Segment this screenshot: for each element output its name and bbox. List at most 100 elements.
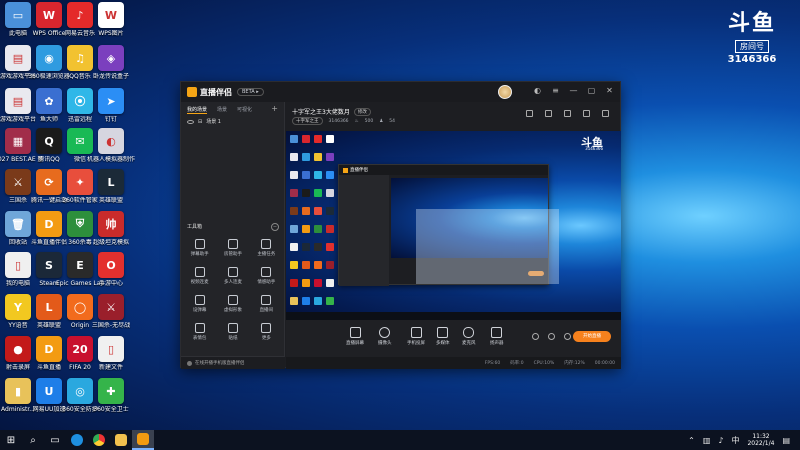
preview-desktop-icon	[326, 171, 334, 179]
tool-item[interactable]: 房管助手	[216, 239, 249, 257]
preview-eye-icon[interactable]	[548, 333, 555, 340]
followers-value: 54	[389, 118, 395, 124]
tool-label: 直播间	[259, 308, 274, 313]
tool-item[interactable]: 更多	[250, 323, 283, 341]
tool-item[interactable]: 直播间	[250, 295, 283, 313]
lock-icon[interactable]: ⊟	[198, 119, 202, 125]
preview-desktop-icon	[302, 279, 310, 287]
tool-icon	[194, 267, 205, 277]
start-stream-button[interactable]: 开始直播	[573, 331, 611, 342]
taskbar-explorer[interactable]	[110, 430, 132, 450]
toolbox-title: 工具箱	[187, 224, 203, 230]
record-icon[interactable]	[564, 110, 571, 117]
selection-overlay[interactable]	[416, 209, 559, 284]
tool-item[interactable]: 虚拟形象	[216, 295, 249, 313]
watermark-logo: 斗鱼	[727, 10, 776, 36]
beta-badge[interactable]: BETA ▸	[237, 88, 264, 96]
stream-panel: 十字军之王3大佬数月 修改 十字军之王 3146366 ♨ 500 ♟ 54 斗…	[286, 102, 621, 369]
preview-desktop-icon	[314, 297, 322, 305]
tool-icon	[227, 295, 238, 305]
preview-desktop-icon	[326, 225, 334, 233]
toolbox-collapse-icon[interactable]: −	[271, 223, 279, 231]
tool-item[interactable]: 设弹幕	[183, 295, 216, 313]
desktop-icon-label: 新建文件	[98, 364, 123, 371]
chevron-up-icon[interactable]: ⌃	[688, 436, 695, 445]
media-button[interactable]: 多媒体	[436, 327, 450, 346]
tool-item[interactable]: 情感助手	[250, 267, 283, 285]
app-logo-icon	[187, 87, 197, 97]
clock[interactable]: 11:32 2022/1/4	[747, 433, 774, 447]
tool-item[interactable]: 弹幕助手	[183, 239, 216, 257]
app-icon: 帅	[98, 211, 124, 237]
video-icon[interactable]	[532, 333, 539, 340]
left-footer[interactable]: 在线开播手机版直播伴侣	[181, 356, 285, 369]
nested-title-bar: 直播伴侣	[339, 165, 548, 175]
microphone-button[interactable]: 麦克风	[462, 327, 476, 346]
tool-icon	[194, 323, 205, 333]
network-icon[interactable]: ▥	[703, 436, 711, 445]
desktop-icon[interactable]: ✚ 360安全卫士	[89, 378, 133, 413]
start-icon[interactable]: ⊞	[0, 430, 22, 450]
tab-scenes[interactable]: 场景	[217, 106, 227, 114]
desktop-icon[interactable]: 帅超级坦克模拟	[89, 211, 133, 246]
skin-icon[interactable]: ◐	[533, 86, 542, 95]
user-avatar[interactable]	[498, 85, 512, 99]
tool-item[interactable]: 表情包	[183, 323, 216, 341]
shop-icon[interactable]	[545, 110, 552, 117]
taskbar-chrome[interactable]	[88, 430, 110, 450]
app-title-bar[interactable]: 直播伴侣 BETA ▸ ◐ ≡ — ▢ ✕	[181, 82, 620, 102]
stream-preview[interactable]: 斗鱼 3146366 直播伴侣	[286, 131, 621, 320]
desktop-icon[interactable]: ◈ 卧龙传说盒子	[89, 45, 133, 80]
info-icon	[187, 360, 192, 366]
tool-item[interactable]: 视频连麦	[183, 267, 216, 285]
screen-source-button[interactable]: 直播屏幕	[346, 327, 364, 346]
speaker-button[interactable]: 扬声器	[490, 327, 504, 346]
settings-icon[interactable]	[564, 333, 571, 340]
task-view-icon[interactable]: ▭	[44, 430, 66, 450]
tool-item[interactable]: 贴纸	[216, 323, 249, 341]
close-icon[interactable]: ✕	[605, 86, 614, 95]
ime-indicator[interactable]: 中	[731, 435, 739, 446]
gift-icon[interactable]	[526, 110, 533, 117]
desktop-icon[interactable]: ▯ 新建文件	[89, 336, 133, 371]
status-duration: 00:00:00	[594, 360, 615, 366]
search-icon[interactable]: ⌕	[22, 430, 44, 450]
preview-desktop-icon	[290, 279, 298, 287]
add-scene-icon[interactable]: +	[271, 105, 278, 114]
preview-desktop-icon	[314, 135, 322, 143]
volume-icon[interactable]: ♪	[718, 436, 723, 445]
tool-label: 房管助手	[223, 252, 242, 257]
maximize-icon[interactable]: ▢	[587, 86, 596, 95]
douyu-streamer-window: 直播伴侣 BETA ▸ ◐ ≡ — ▢ ✕ 我的场景 场景 可视化 + ⊟ 场景…	[180, 81, 621, 369]
desktop-icon-label: 机器人模拟器制作	[87, 156, 135, 163]
notification-icon[interactable]: ▤	[782, 436, 790, 445]
desktop-icon[interactable]: L 英雄联盟	[89, 169, 133, 204]
app-icon: ◈	[98, 45, 124, 71]
tool-icon	[227, 267, 238, 277]
scene-item[interactable]: ⊟ 场景 1	[181, 114, 284, 129]
desktop-icon[interactable]: O 手游中心	[89, 252, 133, 287]
tool-label: 更多	[261, 336, 271, 341]
category-tag[interactable]: 十字军之王	[292, 117, 323, 125]
modify-title-button[interactable]: 修改	[353, 107, 371, 116]
desktop-icon[interactable]: W WPS图片	[89, 2, 133, 37]
minimize-icon[interactable]: —	[569, 86, 578, 95]
phone-cast-button[interactable]: 手机投屏	[407, 327, 425, 346]
tab-my-scenes[interactable]: 我的场景	[187, 106, 208, 114]
bell-icon[interactable]	[583, 110, 590, 117]
taskbar-douyu[interactable]	[132, 430, 154, 450]
camera-button[interactable]: 摄像头	[378, 327, 392, 346]
desktop-icon[interactable]: ➤ 钉钉	[89, 88, 133, 123]
tool-item[interactable]: 主播任务	[250, 239, 283, 257]
taskbar-edge[interactable]	[66, 430, 88, 450]
preview-desktop-icon	[290, 171, 298, 179]
eye-icon[interactable]	[187, 119, 194, 124]
tool-item[interactable]: 多人连麦	[216, 267, 249, 285]
desktop-icon[interactable]: ⚔ 三国杀-无尽战	[89, 294, 133, 329]
preview-desktop-icon	[314, 261, 322, 269]
source-controls: 直播屏幕 摄像头 手机投屏 多媒体 麦克风 扬声器 开始直播	[286, 320, 621, 357]
desktop-icon[interactable]: ◐ 机器人模拟器制作	[87, 128, 135, 163]
menu-icon[interactable]: ≡	[551, 86, 560, 95]
share-icon[interactable]	[602, 110, 609, 117]
tab-visual[interactable]: 可视化	[237, 106, 252, 114]
